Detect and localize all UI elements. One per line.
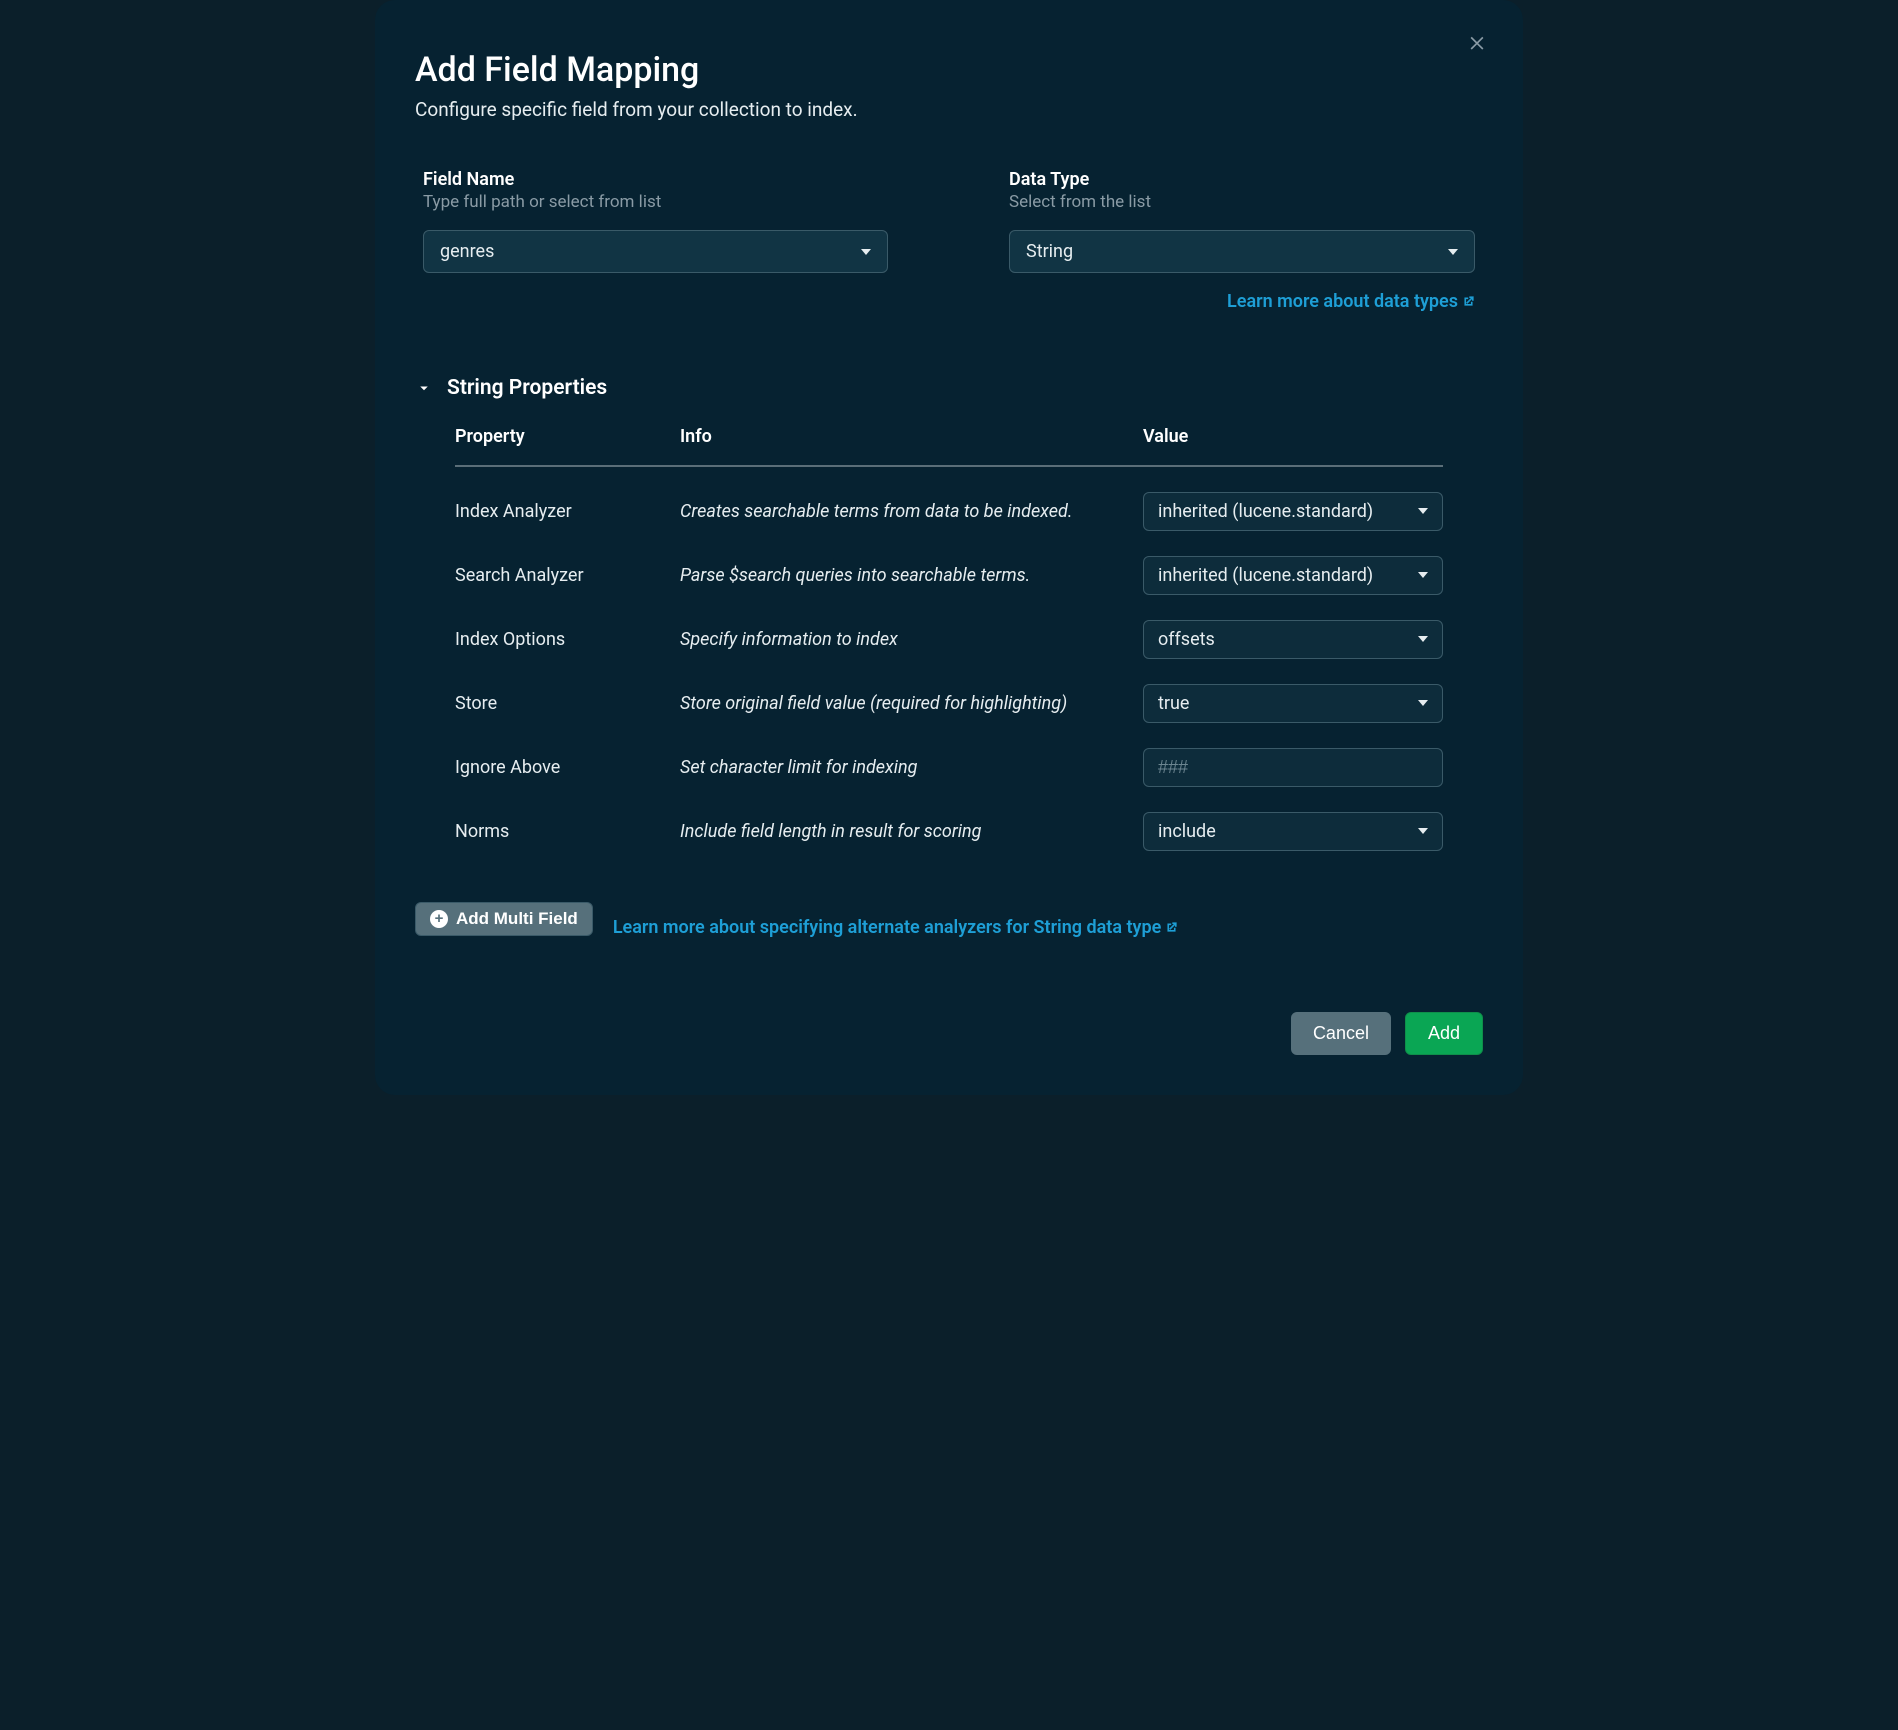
property-value-cell: inherited (lucene.standard) [1143, 556, 1443, 595]
table-row: Search AnalyzerParse $search queries int… [455, 531, 1443, 595]
property-info: Set character limit for indexing [680, 757, 1143, 778]
property-select-value: inherited (lucene.standard) [1158, 501, 1373, 522]
property-info: Creates searchable terms from data to be… [680, 501, 1143, 522]
modal-title: Add Field Mapping [415, 50, 1483, 90]
col-value: Value [1143, 426, 1443, 447]
property-select[interactable]: inherited (lucene.standard) [1143, 556, 1443, 595]
caret-down-icon [1418, 572, 1428, 578]
top-fields: Field Name Type full path or select from… [415, 169, 1483, 312]
property-name: Search Analyzer [455, 565, 680, 586]
field-name-label: Field Name [423, 169, 889, 190]
learn-more-data-types-text: Learn more about data types [1227, 291, 1458, 312]
property-name: Store [455, 693, 680, 714]
learn-more-analyzers-text: Learn more about specifying alternate an… [613, 917, 1161, 938]
caret-down-icon [1418, 508, 1428, 514]
property-select-value: true [1158, 693, 1189, 714]
caret-down-icon [1418, 636, 1428, 642]
property-select-value: offsets [1158, 629, 1215, 650]
chevron-down-icon [415, 379, 433, 397]
property-name: Norms [455, 821, 680, 842]
property-info: Store original field value (required for… [680, 693, 1143, 714]
learn-more-data-types-link[interactable]: Learn more about data types [1227, 291, 1475, 312]
multi-field-row: + Add Multi Field Learn more about speci… [415, 899, 1483, 938]
property-value-cell: include [1143, 812, 1443, 851]
close-button[interactable] [1467, 30, 1487, 58]
data-type-select[interactable]: String [1009, 230, 1475, 273]
table-row: NormsInclude field length in result for … [455, 787, 1443, 851]
property-name: Index Options [455, 629, 680, 650]
external-link-icon [1165, 921, 1178, 934]
plus-circle-icon: + [430, 910, 448, 928]
property-value-cell: true [1143, 684, 1443, 723]
properties-table: Property Info Value Index AnalyzerCreate… [415, 426, 1483, 851]
field-name-value: genres [440, 241, 494, 262]
property-info: Parse $search queries into searchable te… [680, 565, 1143, 586]
caret-down-icon [1418, 828, 1428, 834]
property-info: Include field length in result for scori… [680, 821, 1143, 842]
property-value-cell: offsets [1143, 620, 1443, 659]
table-header: Property Info Value [455, 426, 1443, 467]
property-select-value: include [1158, 821, 1216, 842]
data-type-value: String [1026, 241, 1073, 262]
add-field-mapping-modal: Add Field Mapping Configure specific fie… [375, 0, 1523, 1095]
col-info: Info [680, 426, 1143, 447]
table-row: Index AnalyzerCreates searchable terms f… [455, 467, 1443, 531]
field-name-select[interactable]: genres [423, 230, 888, 273]
property-value-cell [1143, 748, 1443, 787]
table-row: StoreStore original field value (require… [455, 659, 1443, 723]
property-select[interactable]: true [1143, 684, 1443, 723]
learn-more-analyzers-link[interactable]: Learn more about specifying alternate an… [613, 917, 1178, 938]
add-button[interactable]: Add [1405, 1012, 1483, 1055]
property-select[interactable]: inherited (lucene.standard) [1143, 492, 1443, 531]
property-value-cell: inherited (lucene.standard) [1143, 492, 1443, 531]
modal-subtitle: Configure specific field from your colle… [415, 98, 1483, 121]
property-info: Specify information to index [680, 629, 1143, 650]
section-title: String Properties [447, 376, 607, 400]
col-property: Property [455, 426, 680, 447]
data-type-block: Data Type Select from the list String Le… [1009, 169, 1475, 312]
property-select[interactable]: offsets [1143, 620, 1443, 659]
data-type-label: Data Type [1009, 169, 1475, 190]
add-multi-field-label: Add Multi Field [456, 909, 578, 929]
external-link-icon [1462, 295, 1475, 308]
field-name-block: Field Name Type full path or select from… [423, 169, 889, 312]
data-type-hint: Select from the list [1009, 192, 1475, 212]
modal-footer: Cancel Add [415, 1012, 1483, 1055]
property-select-value: inherited (lucene.standard) [1158, 565, 1373, 586]
property-name: Index Analyzer [455, 501, 680, 522]
table-row: Index OptionsSpecify information to inde… [455, 595, 1443, 659]
property-name: Ignore Above [455, 757, 680, 778]
caret-down-icon [861, 249, 871, 255]
table-row: Ignore AboveSet character limit for inde… [455, 723, 1443, 787]
property-select[interactable]: include [1143, 812, 1443, 851]
caret-down-icon [1448, 249, 1458, 255]
property-input[interactable] [1143, 748, 1443, 787]
cancel-button[interactable]: Cancel [1291, 1012, 1391, 1055]
add-multi-field-button[interactable]: + Add Multi Field [415, 902, 593, 936]
close-icon [1467, 30, 1487, 58]
field-name-hint: Type full path or select from list [423, 192, 889, 212]
caret-down-icon [1418, 700, 1428, 706]
string-properties-toggle[interactable]: String Properties [415, 376, 1483, 400]
